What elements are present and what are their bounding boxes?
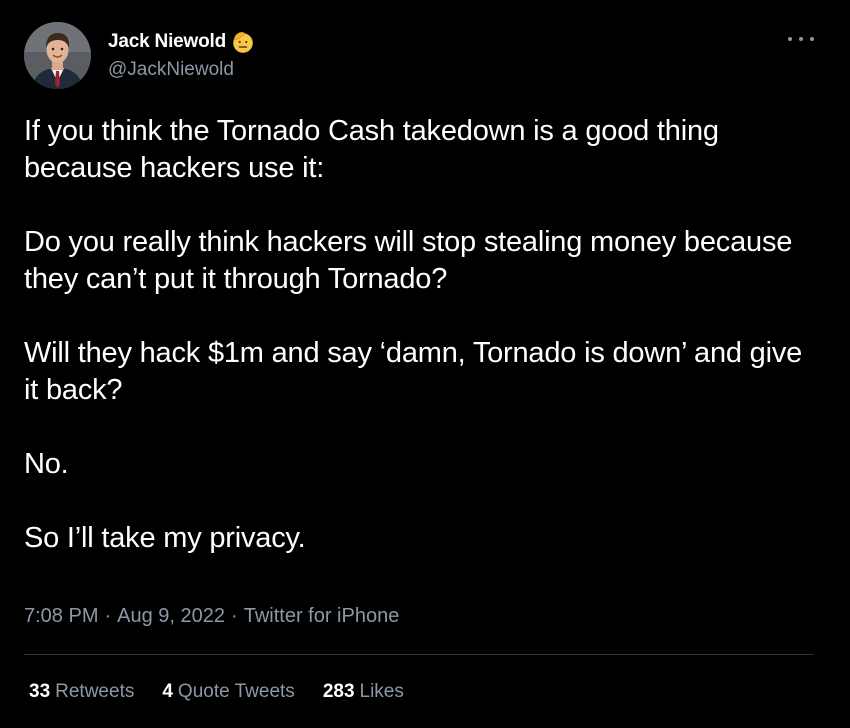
likes-label: Likes (359, 681, 404, 702)
tweet-time[interactable]: 7:08 PM (24, 605, 98, 628)
tweet-paragraph: Do you really think hackers will stop st… (24, 226, 793, 295)
quote-tweets-stat[interactable]: 4 Quote Tweets (162, 681, 294, 703)
avatar[interactable] (24, 22, 91, 89)
meta-separator: · (104, 605, 112, 627)
saluting-face-emoji-icon (231, 30, 255, 54)
quote-tweets-label: Quote Tweets (177, 681, 295, 702)
more-options-icon[interactable] (788, 30, 814, 48)
tweet-date[interactable]: Aug 9, 2022 (117, 605, 225, 628)
likes-count: 283 (322, 681, 355, 702)
engagement-stats: 33 Retweets 4 Quote Tweets 283 Likes (29, 681, 432, 703)
tweet-text: If you think the Tornado Cash takedown i… (24, 113, 824, 557)
dot (799, 37, 803, 41)
dot (810, 37, 814, 41)
quote-tweets-count: 4 (162, 681, 173, 702)
divider (24, 654, 814, 655)
tweet-source[interactable]: Twitter for iPhone (244, 605, 400, 628)
tweet-meta: 7:08 PM · Aug 9, 2022 · Twitter for iPho… (24, 605, 399, 628)
likes-stat[interactable]: 283 Likes (323, 681, 404, 703)
tweet-paragraph: If you think the Tornado Cash takedown i… (24, 115, 719, 184)
retweets-stat[interactable]: 33 Retweets (29, 681, 134, 703)
user-handle[interactable]: @JackNiewold (108, 59, 234, 81)
tweet-paragraph: No. (24, 448, 69, 480)
profile-photo-icon (24, 22, 91, 89)
tweet-paragraph: Will they hack $1m and say ‘damn, Tornad… (24, 337, 803, 406)
meta-separator: · (231, 605, 238, 627)
display-name[interactable]: Jack Niewold (108, 31, 226, 53)
dot (788, 37, 792, 41)
author-name-row[interactable]: Jack Niewold (108, 30, 255, 54)
retweets-label: Retweets (55, 681, 135, 702)
retweets-count: 33 (29, 681, 51, 702)
tweet-paragraph: So I’ll take my privacy. (24, 522, 306, 554)
tweet-card: Jack Niewold @JackNiewold If you think t… (0, 0, 850, 728)
